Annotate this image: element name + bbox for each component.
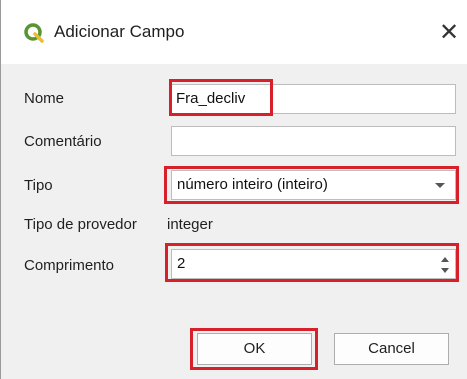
qgis-logo-icon xyxy=(24,23,44,43)
comment-label: Comentário xyxy=(24,133,102,150)
provider-type-value: integer xyxy=(167,216,213,233)
cancel-button[interactable]: Cancel xyxy=(334,333,449,365)
spinner-arrows-icon[interactable] xyxy=(435,250,455,278)
length-spinbox-value: 2 xyxy=(177,255,186,272)
length-spinbox[interactable]: 2 xyxy=(171,249,456,279)
comment-input[interactable] xyxy=(171,126,456,156)
ok-button-label: OK xyxy=(243,340,266,357)
name-label: Nome xyxy=(24,90,65,107)
name-input[interactable]: Fra_decliv xyxy=(171,84,456,114)
provider-type-label: Tipo de provedor xyxy=(24,216,137,233)
chevron-down-icon xyxy=(435,183,445,188)
type-label: Tipo xyxy=(24,177,53,194)
close-icon[interactable]: ✕ xyxy=(434,18,464,48)
type-select[interactable]: número inteiro (inteiro) xyxy=(171,170,456,200)
cancel-button-label: Cancel xyxy=(368,340,415,357)
title-bar: Adicionar Campo ✕ xyxy=(1,0,467,64)
add-field-dialog: Adicionar Campo ✕ Nome Fra_decliv Coment… xyxy=(0,0,467,379)
dialog-title: Adicionar Campo xyxy=(54,22,185,41)
type-select-value: número inteiro (inteiro) xyxy=(177,176,328,193)
length-label: Comprimento xyxy=(24,257,115,274)
spin-down-icon[interactable] xyxy=(441,268,449,273)
spin-up-icon[interactable] xyxy=(441,257,449,262)
ok-button[interactable]: OK xyxy=(197,333,312,365)
name-input-value: Fra_decliv xyxy=(176,90,246,107)
